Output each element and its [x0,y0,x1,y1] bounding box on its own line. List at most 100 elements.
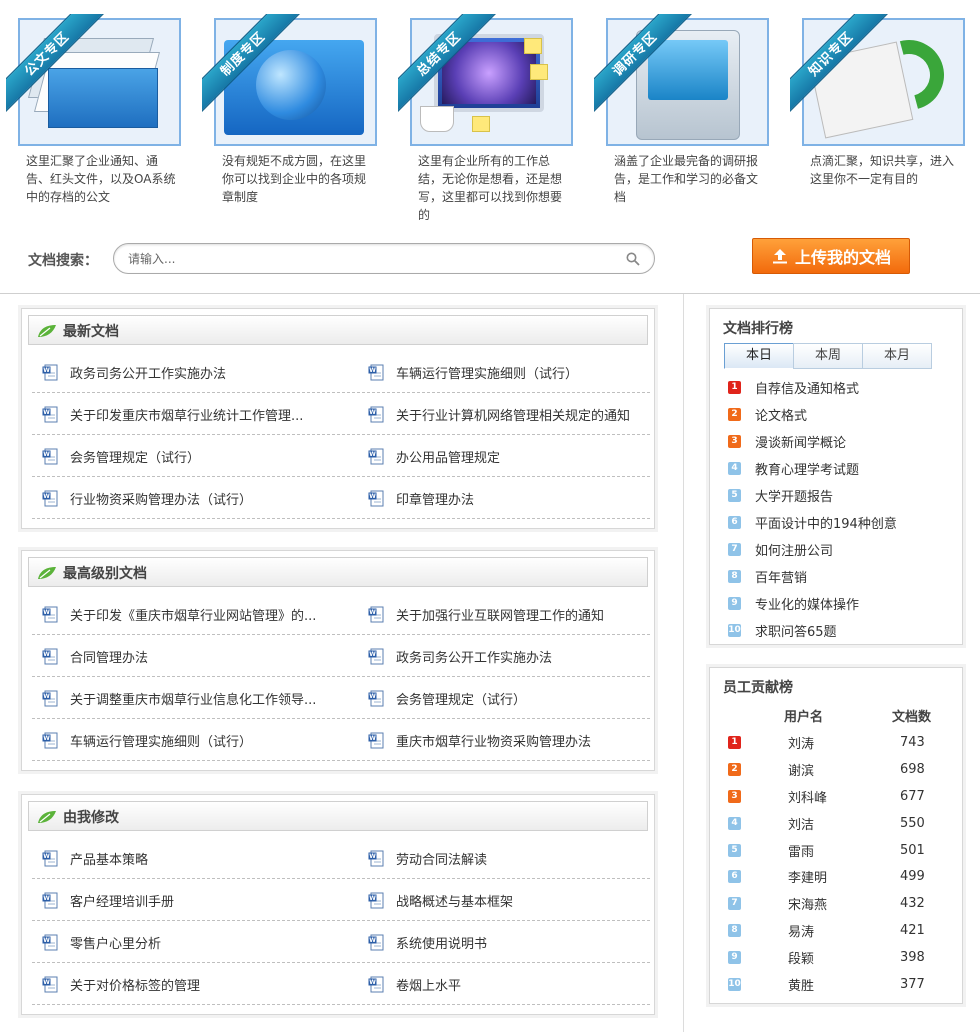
upload-button[interactable]: 上传我的文档 [752,238,910,274]
list-item[interactable]: 10 求职问答65题 [728,617,948,644]
list-item[interactable]: 5 大学开题报告 [728,482,948,509]
rank-badge: 2 [728,762,741,776]
document-title: 卷烟上水平 [396,978,462,994]
document-link[interactable]: W 客户经理培训手册 [42,879,352,921]
table-row: 5 雷雨 501 [728,837,958,864]
document-link[interactable]: W 会务管理规定（试行） [368,677,650,719]
upload-label: 上传我的文档 [794,248,891,267]
panel-modified-by-me: 由我修改 W 产品基本策略 W 劳动合同法解读 W 客户经理培训手册 W 战略概述与基本框架 W… [21,794,655,1015]
document-link[interactable]: W 关于加强行业互联网管理工作的通知 [368,593,650,635]
user-name[interactable]: 刘科峰 [788,787,827,806]
panel-header: 最新文档 [28,315,648,345]
user-name[interactable]: 刘涛 [788,733,814,752]
document-link[interactable]: W 政务司务公开工作实施办法 [42,351,352,393]
document-link[interactable]: W 关于调整重庆市烟草行业信息化工作领导... [42,677,352,719]
ranking-doc-title: 漫谈新闻学概论 [755,436,847,451]
rank-badge: 4 [728,816,741,830]
document-link[interactable]: W 产品基本策略 [42,837,352,879]
search-box[interactable] [113,243,655,274]
document-title: 会务管理规定（试行） [396,692,527,708]
table-row: W 关于印发重庆市烟草行业统计工作管理... W 关于行业计算机网络管理相关规定的通知 [32,393,650,435]
user-name[interactable]: 黄胜 [788,975,814,994]
doc-list: W 关于印发《重庆市烟草行业网站管理》的... W 关于加强行业互联网管理工作的通知 W… [32,593,650,761]
document-link[interactable]: W 关于印发《重庆市烟草行业网站管理》的... [42,593,352,635]
rank-badge: 7 [728,543,741,556]
document-link[interactable]: W 车辆运行管理实施细则（试行） [368,351,650,393]
document-link[interactable]: W 办公用品管理规定 [368,435,650,477]
zone-zhidu[interactable]: 制度专区 没有规矩不成方圆，在这里你可以找到企业中的各项规章制度 [196,10,377,206]
user-name[interactable]: 谢滨 [788,760,814,779]
document-link[interactable]: W 战略概述与基本框架 [368,879,650,921]
document-link[interactable]: W 印章管理办法 [368,477,650,519]
user-name[interactable]: 刘洁 [788,814,814,833]
word-doc-icon: W [368,850,384,866]
document-link[interactable]: W 重庆市烟草行业物资采购管理办法 [368,719,650,761]
tab-today[interactable]: 本日 [724,343,794,369]
document-link[interactable]: W 政务司务公开工作实施办法 [368,635,650,677]
document-link[interactable]: W 劳动合同法解读 [368,837,650,879]
document-link[interactable]: W 系统使用说明书 [368,921,650,963]
user-name[interactable]: 雷雨 [788,841,814,860]
document-link[interactable]: W 行业物资采购管理办法（试行） [42,477,352,519]
user-name[interactable]: 李建明 [788,867,827,886]
list-item[interactable]: 3 漫谈新闻学概论 [728,428,948,455]
list-item[interactable]: 6 平面设计中的194种创意 [728,509,948,536]
ranking-doc-title: 论文格式 [755,409,808,424]
tab-month[interactable]: 本月 [862,343,932,369]
svg-text:W: W [369,451,376,458]
table-row: W 合同管理办法 W 政务司务公开工作实施办法 [32,635,650,677]
search-input[interactable] [128,250,608,268]
user-name[interactable]: 易涛 [788,921,814,940]
upload-icon [772,249,787,264]
document-link[interactable]: W 车辆运行管理实施细则（试行） [42,719,352,761]
svg-text:W: W [369,937,376,944]
zone-ribbon: 总结专区 [398,14,498,114]
document-link[interactable]: W 合同管理办法 [42,635,352,677]
list-item[interactable]: 1 自荐信及通知格式 [728,374,948,401]
rank-badge: 5 [728,843,741,857]
doc-count: 398 [900,950,925,966]
list-item[interactable]: 9 专业化的媒体操作 [728,590,948,617]
list-item[interactable]: 2 论文格式 [728,401,948,428]
doc-list: W 政务司务公开工作实施办法 W 车辆运行管理实施细则（试行） W 关于印发重庆市烟草行业… [32,351,650,519]
list-item[interactable]: 7 如何注册公司 [728,536,948,563]
document-link[interactable]: W 关于对价格标签的管理 [42,963,352,1005]
word-doc-icon: W [42,648,58,664]
document-title: 会务管理规定（试行） [70,450,201,466]
rank-badge: 10 [728,624,741,637]
tab-week[interactable]: 本周 [793,343,863,369]
document-title: 政务司务公开工作实施办法 [70,366,227,382]
ranking-doc-title: 求职问答65题 [755,625,837,640]
document-link[interactable]: W 关于行业计算机网络管理相关规定的通知 [368,393,650,435]
search-icon[interactable] [626,252,640,266]
zone-zhishi[interactable]: 知识专区 点滴汇聚，知识共享，进入这里你不一定有目的 [784,10,965,188]
svg-text:W: W [369,853,376,860]
document-title: 关于行业计算机网络管理相关规定的通知 [396,408,631,424]
word-doc-icon: W [368,490,384,506]
rank-badge: 10 [728,977,741,991]
column-user: 用户名 [784,710,824,725]
document-link[interactable]: W 关于印发重庆市烟草行业统计工作管理... [42,393,352,435]
document-link[interactable]: W 会务管理规定（试行） [42,435,352,477]
contributor-title: 员工贡献榜 [723,680,793,696]
zone-diaoyan[interactable]: 调研专区 涵盖了企业最完备的调研报告，是工作和学习的必备文档 [588,10,769,206]
svg-text:W: W [369,651,376,658]
zone-gongwen[interactable]: 公文专区 这里汇聚了企业通知、通告、红头文件，以及OA系统中的存档的公文 [0,10,181,206]
table-row: 7 宋海燕 432 [728,890,958,917]
user-name[interactable]: 段颖 [788,948,814,967]
user-name[interactable]: 宋海燕 [788,894,827,913]
zone-description: 涵盖了企业最完备的调研报告，是工作和学习的必备文档 [614,154,759,204]
list-item[interactable]: 4 教育心理学考试题 [728,455,948,482]
document-link[interactable]: W 卷烟上水平 [368,963,650,1005]
doc-count: 501 [900,842,925,858]
zone-zongjie[interactable]: 总结专区 这里有企业所有的工作总结，无论你是想看，还是想写，这里都可以找到你想要… [392,10,573,224]
svg-text:W: W [369,493,376,500]
table-row: 6 李建明 499 [728,863,958,890]
list-item[interactable]: 8 百年营销 [728,563,948,590]
ranking-doc-title: 自荐信及通知格式 [755,382,860,397]
panel-header: 最高级别文档 [28,557,648,587]
document-link[interactable]: W 零售户心里分析 [42,921,352,963]
zone-description: 没有规矩不成方圆，在这里你可以找到企业中的各项规章制度 [222,154,367,204]
word-doc-icon: W [42,934,58,950]
panel-title: 最高级别文档 [63,566,147,582]
